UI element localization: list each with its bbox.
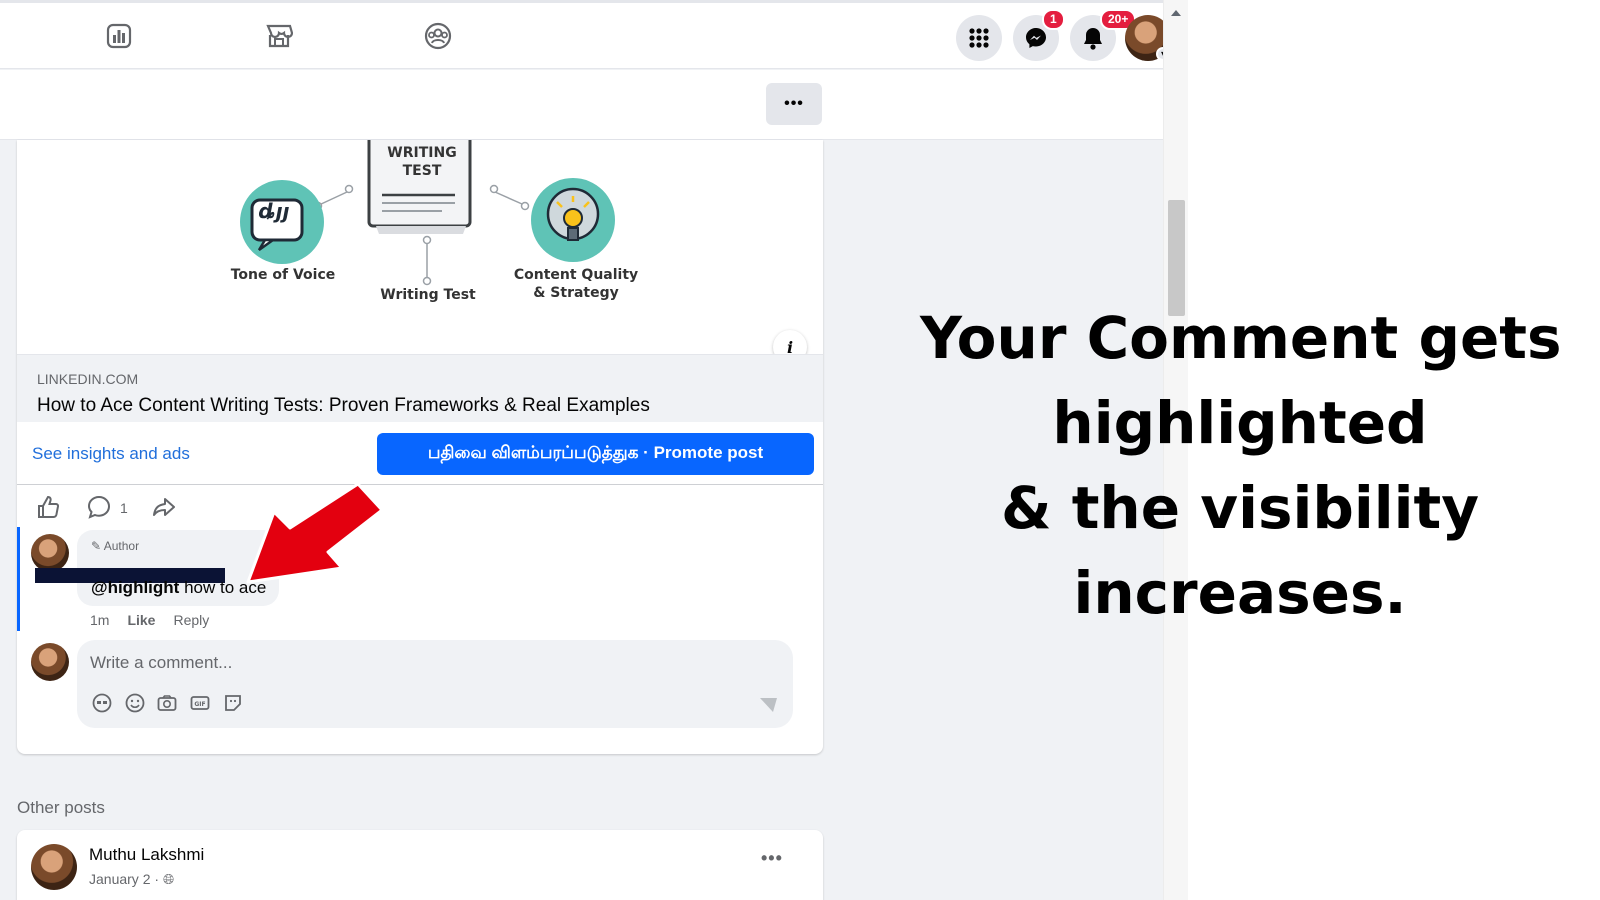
groups-icon[interactable] xyxy=(423,21,453,51)
callout-line-1: Your Comment gets xyxy=(920,304,1562,372)
writing-test-title-line2: TEST xyxy=(402,163,442,179)
svg-text:GIF: GIF xyxy=(194,701,205,708)
callout-line-2: highlighted xyxy=(1052,389,1428,457)
link-meta[interactable]: LINKEDIN.COM How to Ace Content Writing … xyxy=(17,354,823,422)
other-post-avatar[interactable] xyxy=(31,844,77,890)
insights-row: See insights and ads பதிவை விளம்பரப்படுத… xyxy=(17,423,823,485)
pencil-icon: ✎ xyxy=(91,539,102,553)
link-title[interactable]: How to Ace Content Writing Tests: Proven… xyxy=(37,395,650,417)
comment-icon[interactable] xyxy=(86,494,112,520)
author-tag: ✎ Author xyxy=(91,539,140,553)
composer-avatar[interactable] xyxy=(31,643,69,681)
comment-reply-link[interactable]: Reply xyxy=(173,612,209,628)
content-quality-caption-line2: & Strategy xyxy=(533,285,619,301)
storefront-icon[interactable] xyxy=(264,21,294,51)
messenger-badge: 1 xyxy=(1042,9,1065,30)
avatar-sticker-icon[interactable] xyxy=(91,692,113,714)
like-icon[interactable] xyxy=(35,494,61,520)
promote-post-button[interactable]: பதிவை விளம்பரப்படுத்துக · Promote post xyxy=(377,433,814,475)
comment-time[interactable]: 1m xyxy=(90,612,109,628)
content-strategy-illustration xyxy=(531,178,615,262)
scroll-up-arrow-icon[interactable] xyxy=(1171,10,1181,16)
callout-line-3: & the visibility xyxy=(1000,474,1480,542)
comment-meta: 1m Like Reply xyxy=(90,612,209,628)
see-insights-link[interactable]: See insights and ads xyxy=(32,444,190,464)
top-navigation: 1 20+ ▾ xyxy=(0,0,1171,69)
messenger-icon xyxy=(1026,28,1046,48)
share-icon[interactable] xyxy=(151,494,177,520)
menu-grid-icon xyxy=(969,28,989,48)
notifications-button[interactable]: 20+ xyxy=(1070,9,1137,61)
writing-test-caption: Writing Test xyxy=(380,287,476,303)
other-posts-heading: Other posts xyxy=(17,798,105,817)
emoji-icon[interactable] xyxy=(124,692,146,714)
more-options-button[interactable]: ••• xyxy=(766,83,822,125)
other-post-author[interactable]: Muthu Lakshmi xyxy=(89,845,204,865)
messenger-button[interactable]: 1 xyxy=(1013,9,1065,61)
post-actions: 1 xyxy=(17,486,823,526)
comment-like-link[interactable]: Like xyxy=(127,612,155,628)
link-preview-image[interactable]: WRITING TEST ȡȷȷ Tone of Voice Writing T… xyxy=(17,140,823,364)
speech-bubble-text: ȡȷȷ xyxy=(258,199,290,223)
sticker-icon[interactable] xyxy=(222,692,244,714)
comment-composer[interactable]: Write a comment... GIF xyxy=(77,640,793,728)
callout-line-4: increases. xyxy=(1073,559,1407,627)
chart-icon[interactable] xyxy=(104,21,134,51)
menu-grid-button[interactable] xyxy=(956,15,1002,61)
comment-avatar[interactable] xyxy=(31,534,69,572)
callout-text: Your Comment gets highlighted & the visi… xyxy=(920,296,1562,636)
comment-mention[interactable]: @highlight xyxy=(91,578,179,597)
writing-test-title-line1: WRITING xyxy=(387,145,457,161)
comment-input-placeholder[interactable]: Write a comment... xyxy=(90,653,232,673)
globe-icon: 🌐︎ xyxy=(162,871,175,887)
red-arrow-annotation xyxy=(246,482,384,584)
content-quality-caption-line1: Content Quality xyxy=(513,267,639,283)
other-post-date[interactable]: January 2 · 🌐︎ xyxy=(89,871,174,888)
other-post-more-button[interactable]: ••• xyxy=(761,848,783,869)
tone-of-voice-caption: Tone of Voice xyxy=(230,267,336,283)
camera-icon[interactable] xyxy=(156,692,178,714)
post-header-bar xyxy=(0,70,1163,140)
send-icon[interactable] xyxy=(757,694,779,716)
other-post-card: Muthu Lakshmi January 2 · 🌐︎ ••• xyxy=(17,830,823,900)
comment-highlight-bar xyxy=(17,527,20,631)
post-card: WRITING TEST ȡȷȷ Tone of Voice Writing T… xyxy=(17,140,823,754)
link-domain: LINKEDIN.COM xyxy=(37,371,139,387)
gif-icon[interactable]: GIF xyxy=(189,692,211,714)
notifications-icon xyxy=(1084,28,1102,50)
comment-count: 1 xyxy=(120,500,128,516)
